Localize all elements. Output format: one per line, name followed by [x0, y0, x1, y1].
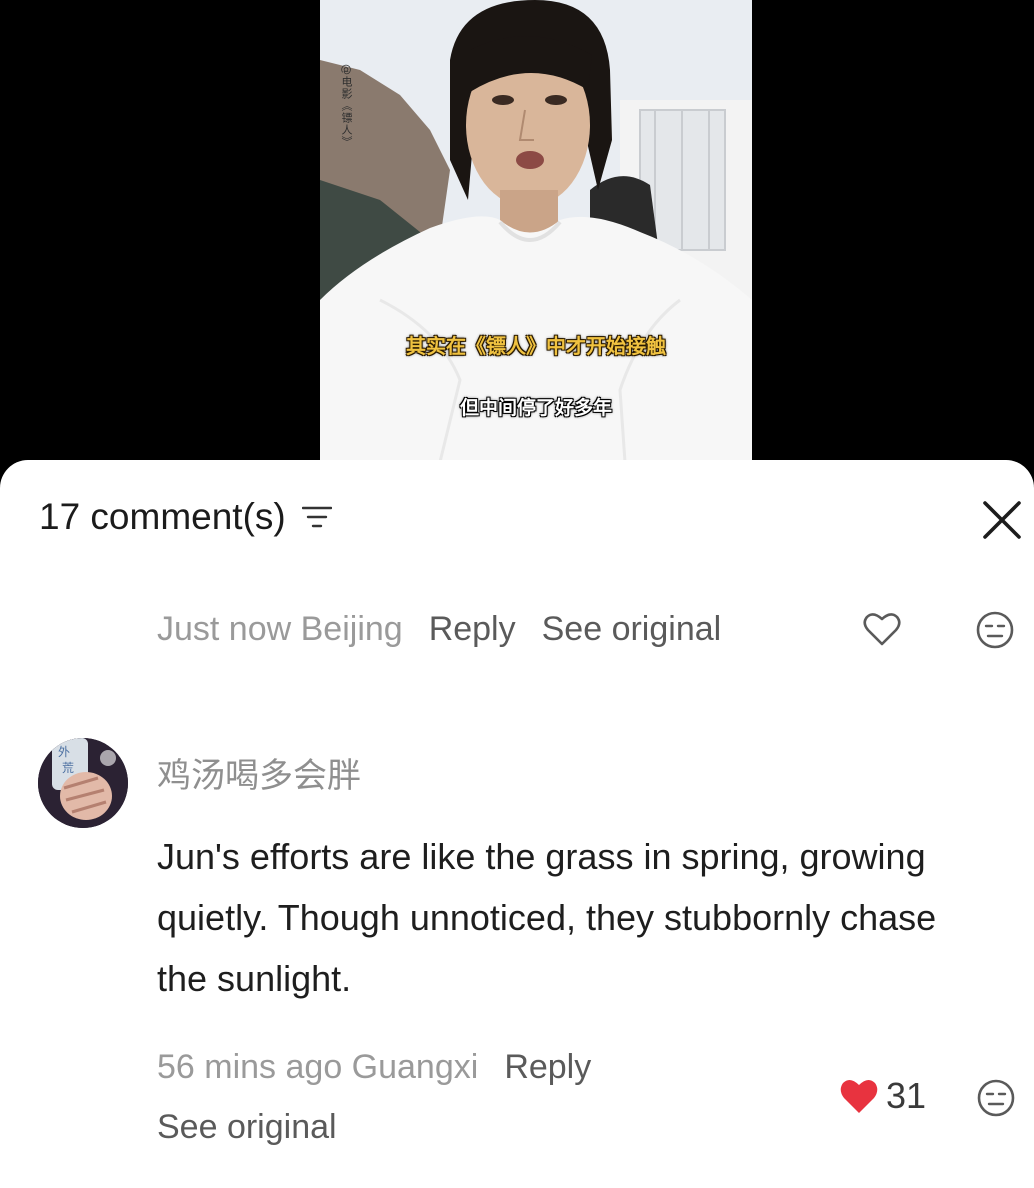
neutral-face-icon: [976, 611, 1014, 649]
svg-text:外: 外: [58, 745, 70, 759]
screen: 其实在《镖人》中才开始接触 但中间停了好多年 @电影《镖人》 17 commen…: [0, 0, 1034, 1188]
see-original-button[interactable]: See original: [157, 1108, 337, 1147]
comment-meta-row-2: See original: [157, 1108, 337, 1147]
avatar-image: 外 荒: [38, 738, 128, 828]
comment-meta-row: 56 mins ago Guangxi Reply: [157, 1048, 591, 1087]
like-count: 31: [886, 1075, 927, 1116]
reply-button[interactable]: Reply: [504, 1048, 591, 1087]
avatar[interactable]: 外 荒: [38, 738, 128, 828]
svg-text:荒: 荒: [62, 761, 74, 775]
reply-button[interactable]: Reply: [429, 610, 516, 649]
comment-time-location: Just now Beijing: [157, 610, 403, 648]
heart-filled-icon: [840, 1079, 878, 1113]
video-player[interactable]: 其实在《镖人》中才开始接触 但中间停了好多年: [320, 0, 752, 462]
comment-sheet: 17 comment(s) Just now Beijing Reply See…: [0, 460, 1034, 1188]
comment-count: 17 comment(s): [39, 496, 286, 537]
dislike-button[interactable]: [975, 610, 1015, 650]
close-icon: [983, 501, 1021, 539]
comment-sheet-header: 17 comment(s): [39, 496, 332, 538]
see-original-button[interactable]: See original: [542, 610, 722, 649]
dislike-button[interactable]: [976, 1078, 1016, 1118]
filter-icon[interactable]: [301, 504, 332, 530]
video-subtitle-secondary: 但中间停了好多年: [459, 397, 612, 419]
close-button[interactable]: [982, 500, 1022, 540]
like-button[interactable]: [862, 610, 902, 650]
heart-outline-icon: [863, 613, 901, 646]
comment-username[interactable]: 鸡汤喝多会胖: [157, 748, 361, 797]
video-subtitle-primary: 其实在《镖人》中才开始接触: [406, 334, 666, 358]
neutral-face-icon: [977, 1079, 1015, 1117]
comment-text: Jun's efforts are like the grass in spri…: [157, 836, 937, 999]
comment-time-location: 56 mins ago Guangxi: [157, 1048, 479, 1086]
like-button[interactable]: [838, 1077, 880, 1117]
comment-meta-row: Just now Beijing Reply See original: [157, 610, 721, 649]
video-watermark: @电影《镖人》: [340, 64, 353, 148]
